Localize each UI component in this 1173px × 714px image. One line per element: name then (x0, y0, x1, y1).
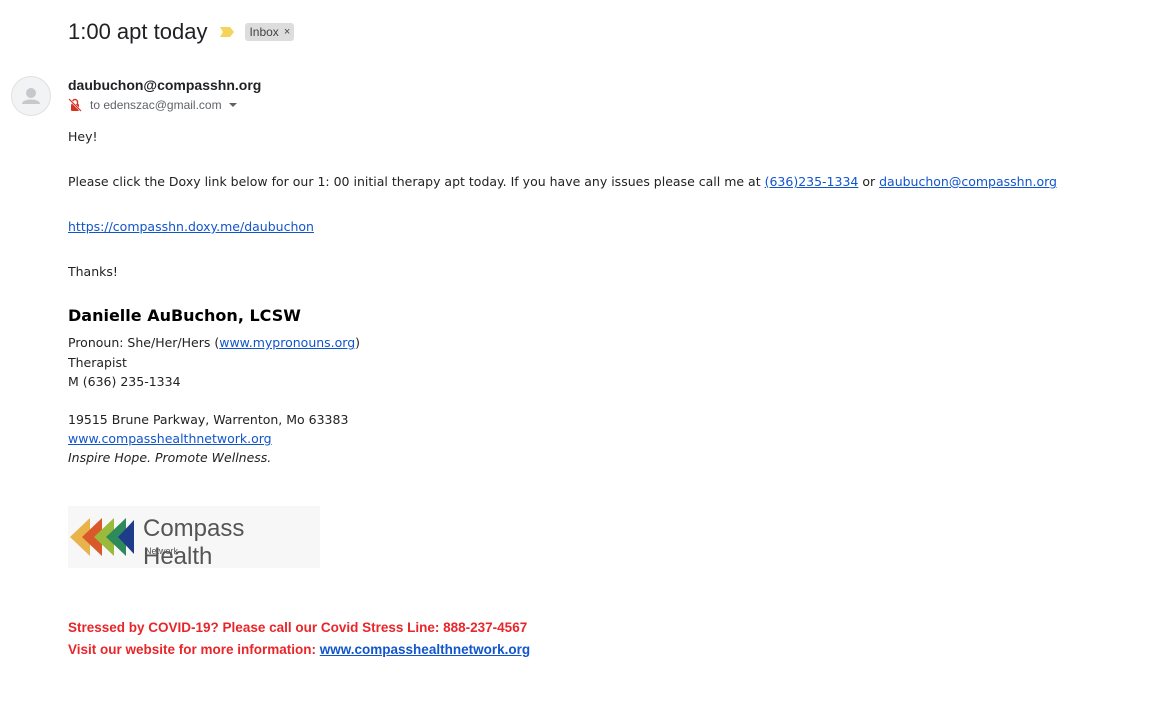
importance-marker-icon[interactable] (219, 26, 235, 38)
compass-health-logo: Compass Health Network (68, 506, 320, 570)
sender-address: daubuchon@compasshn.org (68, 77, 262, 93)
signature-title: Therapist (68, 355, 127, 370)
chevron-down-icon[interactable] (228, 100, 238, 110)
signature-mobile: M (636) 235-1334 (68, 374, 181, 389)
phone-link[interactable]: (636)235-1334 (765, 174, 859, 189)
recipient-row: to edenszac@gmail.com (68, 98, 238, 112)
signature-tagline: Inspire Hope. Promote Wellness. (68, 450, 272, 465)
email-subject: 1:00 apt today (68, 19, 208, 44)
compass-logo-mark-icon (70, 518, 134, 556)
label-chip-text: Inbox (249, 25, 279, 39)
signature-website-link[interactable]: www.compasshealthnetwork.org (68, 431, 272, 446)
doxy-link[interactable]: https://compasshn.doxy.me/daubuchon (68, 219, 314, 234)
signature-website-row: www.compasshealthnetwork.org (68, 431, 272, 446)
pronoun-line: Pronoun: She/Her/Hers (www.mypronouns.or… (68, 335, 360, 350)
email-link[interactable]: daubuchon@compasshn.org (879, 174, 1057, 189)
logo-subtext: Network (145, 546, 179, 556)
subject-row: 1:00 apt today Inbox × (68, 19, 295, 45)
greeting: Hey! (68, 129, 98, 144)
logo-wordmark: Compass Health (143, 515, 245, 570)
label-chip-inbox: Inbox × (245, 23, 295, 41)
signature-address: 19515 Brune Parkway, Warrenton, Mo 63383 (68, 412, 349, 427)
thanks: Thanks! (68, 264, 118, 279)
signature-name: Danielle AuBuchon, LCSW (68, 306, 301, 325)
pronouns-link[interactable]: www.mypronouns.org (219, 335, 355, 350)
doxy-link-row: https://compasshn.doxy.me/daubuchon (68, 219, 314, 234)
person-icon (22, 88, 40, 104)
recipient-text: to edenszac@gmail.com (90, 98, 222, 112)
sender-avatar (11, 76, 51, 116)
covid-line-2: Visit our website for more information: … (68, 642, 530, 657)
body-paragraph: Please click the Doxy link below for our… (68, 174, 1057, 189)
or-text: or (858, 174, 880, 189)
covid-line-2-text: Visit our website for more information: (68, 642, 320, 657)
covid-website-link[interactable]: www.compasshealthnetwork.org (320, 642, 530, 657)
pronoun-prefix: Pronoun: She/Her/Hers ( (68, 335, 220, 350)
pronoun-suffix: ) (355, 335, 361, 350)
remove-label-button[interactable]: × (284, 26, 290, 38)
not-encrypted-icon[interactable] (68, 98, 82, 112)
covid-line-1: Stressed by COVID-19? Please call our Co… (68, 620, 528, 635)
paragraph-text: Please click the Doxy link below for our… (68, 174, 765, 189)
